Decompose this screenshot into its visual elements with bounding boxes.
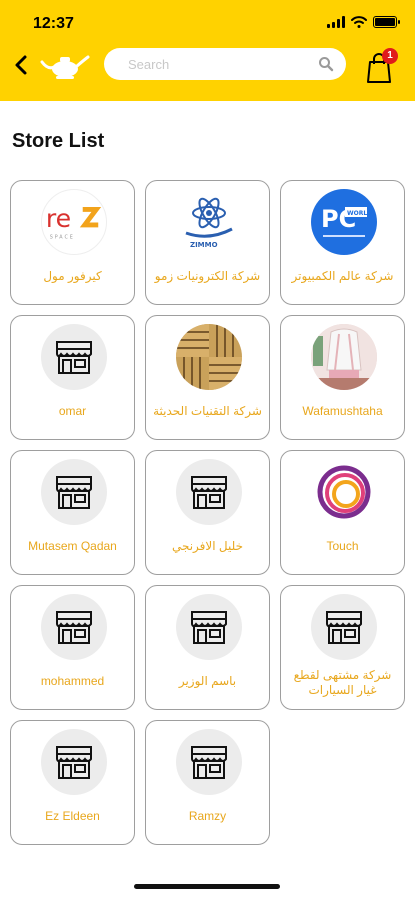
cart-button[interactable]: 1 bbox=[364, 48, 398, 84]
logo-icon[interactable] bbox=[38, 52, 90, 80]
store-icon bbox=[41, 729, 107, 795]
store-icon bbox=[41, 324, 107, 390]
svg-text:re: re bbox=[46, 204, 71, 233]
store-card[interactable]: Mutasem Qadan bbox=[10, 450, 135, 575]
search-input[interactable] bbox=[128, 56, 318, 72]
store-icon bbox=[311, 594, 377, 660]
battery-icon bbox=[373, 16, 400, 28]
store-icon bbox=[41, 459, 107, 525]
store-name: mohammed bbox=[40, 674, 105, 688]
signal-icon bbox=[327, 16, 345, 28]
store-name: Mutasem Qadan bbox=[28, 539, 117, 553]
store-name: Ez Eldeen bbox=[45, 809, 100, 823]
page-title: Store List bbox=[12, 130, 105, 152]
status-icons bbox=[327, 16, 400, 28]
store-card[interactable]: re SPACE كيرفور مول bbox=[10, 180, 135, 305]
store-card[interactable]: PC WORLD شركة عالم الكمبيوتر bbox=[280, 180, 405, 305]
store-name: Ramzy bbox=[188, 809, 227, 823]
store-icon bbox=[41, 594, 107, 660]
status-time: 12:37 bbox=[33, 15, 74, 32]
store-card[interactable]: Ez Eldeen bbox=[10, 720, 135, 845]
pc-world-logo-icon: PC WORLD bbox=[311, 189, 377, 255]
store-name: خليل الافرنجي bbox=[171, 539, 244, 553]
store-grid: re SPACE كيرفور مول ZIMMO شركة الكترونيا… bbox=[10, 180, 405, 845]
store-name: شركة مشتهى لقطع غيار السيارات bbox=[293, 668, 392, 697]
store-icon bbox=[176, 594, 242, 660]
parquet-pattern-icon bbox=[176, 324, 242, 390]
store-name: شركة الكترونيات زمو bbox=[154, 269, 261, 283]
search-icon[interactable] bbox=[318, 56, 334, 72]
store-icon bbox=[176, 459, 242, 525]
store-name: شركة عالم الكمبيوتر bbox=[291, 269, 394, 283]
store-card[interactable]: omar bbox=[10, 315, 135, 440]
room-photo-icon bbox=[311, 324, 377, 390]
svg-text:ZIMMO: ZIMMO bbox=[190, 241, 218, 249]
search-bar[interactable] bbox=[104, 48, 346, 80]
store-card[interactable]: Ramzy bbox=[145, 720, 270, 845]
store-name: omar bbox=[58, 404, 87, 418]
rez-logo-icon: re SPACE bbox=[41, 189, 107, 255]
store-card[interactable]: شركة التقنيات الحديثة bbox=[145, 315, 270, 440]
store-card[interactable]: mohammed bbox=[10, 585, 135, 710]
touch-rings-logo-icon bbox=[311, 459, 377, 525]
store-card[interactable]: شركة مشتهى لقطع غيار السيارات bbox=[280, 585, 405, 710]
store-card[interactable]: Touch bbox=[280, 450, 405, 575]
store-card[interactable]: Wafamushtaha bbox=[280, 315, 405, 440]
back-arrow-icon bbox=[15, 55, 27, 75]
store-card[interactable]: باسم الوزير bbox=[145, 585, 270, 710]
store-name: كيرفور مول bbox=[43, 269, 102, 283]
store-card[interactable]: خليل الافرنجي bbox=[145, 450, 270, 575]
wifi-icon bbox=[351, 16, 367, 28]
store-icon bbox=[176, 729, 242, 795]
store-name: Touch bbox=[326, 539, 359, 553]
top-bar: 12:37 1 bbox=[0, 0, 415, 101]
store-name: باسم الوزير bbox=[178, 674, 237, 688]
svg-text:SPACE: SPACE bbox=[50, 234, 75, 240]
zimmo-logo-icon: ZIMMO bbox=[176, 189, 242, 255]
store-card[interactable]: ZIMMO شركة الكترونيات زمو bbox=[145, 180, 270, 305]
cart-count-badge: 1 bbox=[382, 48, 398, 64]
svg-text:WORLD: WORLD bbox=[347, 210, 372, 217]
store-name: Wafamushtaha bbox=[302, 404, 383, 418]
back-button[interactable] bbox=[10, 52, 32, 78]
home-indicator bbox=[134, 884, 280, 889]
store-name: شركة التقنيات الحديثة bbox=[153, 404, 262, 418]
